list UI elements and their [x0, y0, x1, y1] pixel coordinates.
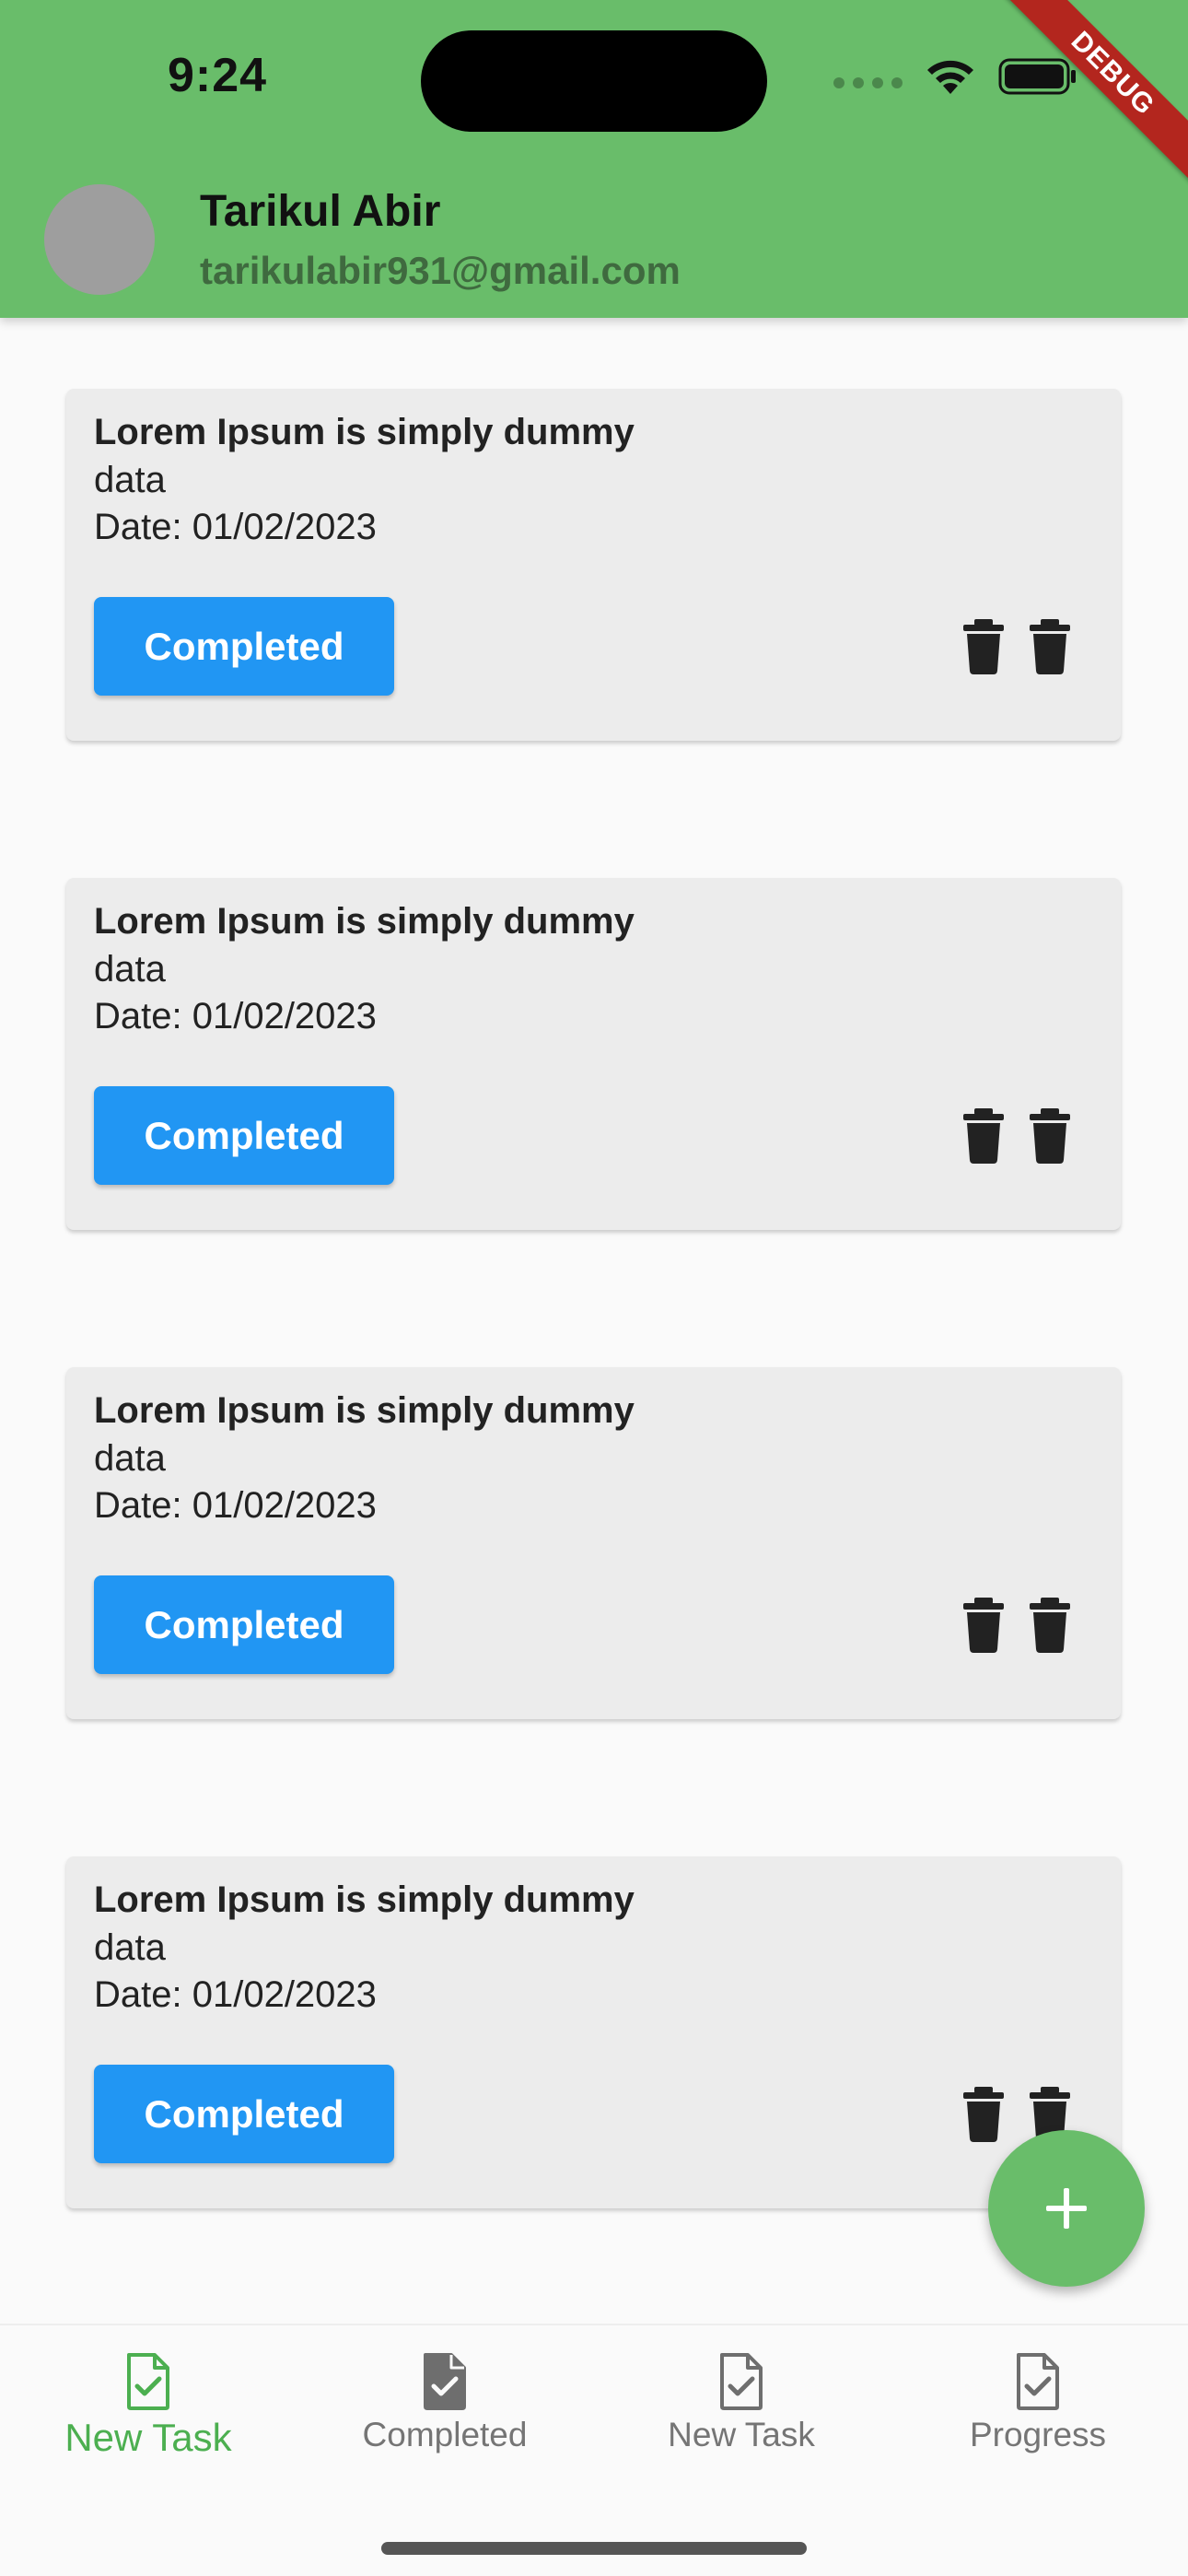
- task-date: Date: 01/02/2023: [94, 1485, 377, 1526]
- task-app-screen: 9:24 DEBUG Tarikul Abir tarikulabir931@g…: [0, 0, 1188, 2576]
- task-actions: [963, 1108, 1070, 1164]
- delete-icon[interactable]: [963, 1598, 1004, 1653]
- home-indicator: [381, 2542, 807, 2555]
- nav-item-progress[interactable]: Progress: [890, 2353, 1186, 2454]
- task-title: Lorem Ipsum is simply dummy: [94, 1879, 635, 1920]
- task-title: Lorem Ipsum is simply dummy: [94, 901, 635, 942]
- task-card: Lorem Ipsum is simply dummy data Date: 0…: [66, 1856, 1121, 2208]
- task-description: data: [94, 949, 166, 989]
- bottom-navigation: New Task Completed New Task Progress: [0, 2324, 1188, 2576]
- task-actions: [963, 1598, 1070, 1653]
- avatar[interactable]: [44, 184, 155, 295]
- task-date: Date: 01/02/2023: [94, 1974, 377, 2015]
- task-description: data: [94, 1927, 166, 1968]
- task-description: data: [94, 1438, 166, 1479]
- wifi-icon: [927, 60, 973, 94]
- task-actions: [963, 619, 1070, 674]
- task-card: Lorem Ipsum is simply dummy data Date: 0…: [66, 389, 1121, 741]
- plus-icon: [1046, 2188, 1087, 2229]
- task-check-filled-icon: [424, 2353, 466, 2410]
- status-chip-button[interactable]: Completed: [94, 1086, 394, 1185]
- status-bar-time: 9:24: [168, 49, 268, 102]
- task-check-icon: [127, 2353, 169, 2410]
- nav-item-completed[interactable]: Completed: [297, 2353, 593, 2454]
- dynamic-island: [421, 30, 767, 132]
- nav-item-new-task[interactable]: New Task: [0, 2353, 297, 2460]
- status-chip-button[interactable]: Completed: [94, 2065, 394, 2163]
- task-card: Lorem Ipsum is simply dummy data Date: 0…: [66, 878, 1121, 1230]
- profile-email: tarikulabir931@gmail.com: [200, 249, 681, 292]
- delete-icon[interactable]: [1030, 619, 1070, 674]
- add-task-fab[interactable]: [988, 2130, 1145, 2287]
- battery-icon: [998, 58, 1076, 95]
- task-date: Date: 01/02/2023: [94, 996, 377, 1036]
- delete-icon[interactable]: [1030, 1108, 1070, 1164]
- status-chip-button[interactable]: Completed: [94, 597, 394, 696]
- debug-banner: DEBUG: [994, 0, 1188, 193]
- task-title: Lorem Ipsum is simply dummy: [94, 412, 635, 452]
- delete-icon[interactable]: [963, 2087, 1004, 2142]
- delete-icon[interactable]: [963, 1108, 1004, 1164]
- nav-label: New Task: [668, 2416, 815, 2453]
- task-date: Date: 01/02/2023: [94, 507, 377, 547]
- status-chip-button[interactable]: Completed: [94, 1575, 394, 1674]
- profile-name: Tarikul Abir: [200, 187, 441, 236]
- delete-icon[interactable]: [1030, 1598, 1070, 1653]
- task-check-icon: [720, 2353, 763, 2410]
- task-card: Lorem Ipsum is simply dummy data Date: 0…: [66, 1367, 1121, 1719]
- cellular-signal-icon: [833, 77, 903, 88]
- nav-label: New Task: [64, 2416, 232, 2459]
- nav-label: Progress: [969, 2416, 1107, 2453]
- task-description: data: [94, 460, 166, 500]
- delete-icon[interactable]: [963, 619, 1004, 674]
- nav-item-new-task-secondary[interactable]: New Task: [593, 2353, 890, 2454]
- task-check-icon: [1017, 2353, 1059, 2410]
- status-bar-icons: [833, 57, 1077, 96]
- nav-label: Completed: [362, 2416, 528, 2453]
- app-header: 9:24 DEBUG Tarikul Abir tarikulabir931@g…: [0, 0, 1188, 318]
- task-title: Lorem Ipsum is simply dummy: [94, 1390, 635, 1431]
